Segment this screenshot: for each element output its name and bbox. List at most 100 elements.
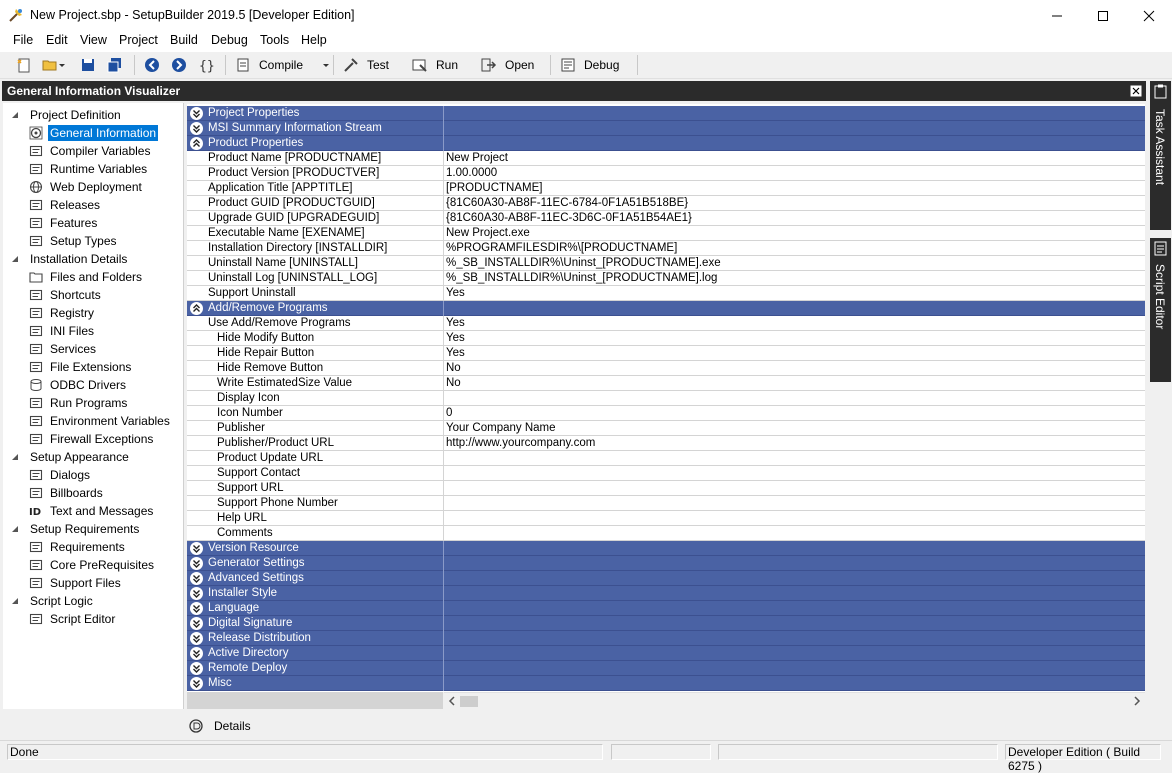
property-value[interactable]: No — [446, 362, 461, 374]
tree-item[interactable]: Support Files — [28, 574, 123, 591]
property-value[interactable]: %_SB_INSTALLDIR%\Uninst_[PRODUCTNAME].ex… — [446, 257, 721, 269]
collapse-chevron-icon[interactable] — [190, 137, 203, 150]
grid-category[interactable]: Digital Signature — [187, 616, 1145, 631]
grid-property-row[interactable]: Support Uninstall Yes — [187, 286, 1145, 301]
forward-button[interactable] — [171, 56, 187, 74]
tree-item[interactable]: Setup Appearance — [11, 448, 131, 465]
grid-category[interactable]: Version Resource — [187, 541, 1145, 556]
close-button[interactable] — [1126, 0, 1172, 31]
menu-edit[interactable]: Edit — [46, 33, 68, 47]
grid-property-row[interactable]: Hide Repair Button Yes — [187, 346, 1145, 361]
property-value[interactable]: Yes — [446, 347, 465, 359]
tree-item[interactable]: Features — [28, 214, 99, 231]
tree-item[interactable]: Runtime Variables — [28, 160, 149, 177]
open-project-button[interactable] — [42, 56, 66, 74]
tree-item[interactable]: General Information — [28, 124, 159, 141]
scroll-left-icon[interactable] — [447, 696, 457, 706]
grid-property-row[interactable]: Support Phone Number — [187, 496, 1145, 511]
grid-property-row[interactable]: Uninstall Name [UNINSTALL] %_SB_INSTALLDI… — [187, 256, 1145, 271]
grid-category[interactable]: Active Directory — [187, 646, 1145, 661]
grid-property-row[interactable]: Product Update URL — [187, 451, 1145, 466]
grid-category[interactable]: Add/Remove Programs — [187, 301, 1145, 316]
tree-item[interactable]: Project Definition — [11, 106, 123, 123]
tree-item[interactable]: Requirements — [28, 538, 127, 555]
details-toggle[interactable]: Details — [188, 716, 251, 736]
property-value[interactable]: 0 — [446, 407, 452, 419]
tree-item[interactable]: ID Text and Messages — [28, 502, 155, 519]
property-value[interactable]: Yes — [446, 332, 465, 344]
braces-button[interactable]: {} — [198, 56, 214, 74]
dropdown-arrow-icon[interactable] — [322, 61, 330, 69]
expand-chevron-icon[interactable] — [190, 647, 203, 660]
property-value[interactable]: %_SB_INSTALLDIR%\Uninst_[PRODUCTNAME].lo… — [446, 272, 717, 284]
expand-chevron-icon[interactable] — [190, 677, 203, 690]
collapse-icon[interactable] — [11, 524, 20, 533]
debug-button[interactable]: Debug — [560, 56, 619, 74]
script-editor-tab[interactable]: Script Editor — [1150, 238, 1171, 382]
tree-item[interactable]: Billboards — [28, 484, 105, 501]
open-button[interactable]: Open — [481, 56, 534, 74]
menu-build[interactable]: Build — [170, 33, 198, 47]
save-all-button[interactable] — [107, 56, 123, 74]
tree-item[interactable]: INI Files — [28, 322, 96, 339]
grid-category[interactable]: Misc — [187, 676, 1145, 691]
grid-property-row[interactable]: Product GUID [PRODUCTGUID] {81C60A30-AB8F… — [187, 196, 1145, 211]
tree-item[interactable]: Dialogs — [28, 466, 92, 483]
grid-property-row[interactable]: Support Contact — [187, 466, 1145, 481]
tree-item[interactable]: Script Editor — [28, 610, 117, 627]
collapse-chevron-icon[interactable] — [190, 302, 203, 315]
tree-item[interactable]: Core PreRequisites — [28, 556, 156, 573]
grid-category[interactable]: Release Distribution — [187, 631, 1145, 646]
grid-property-row[interactable]: Support URL — [187, 481, 1145, 496]
grid-property-row[interactable]: Uninstall Log [UNINSTALL_LOG] %_SB_INSTAL… — [187, 271, 1145, 286]
tree-item[interactable]: Script Logic — [11, 592, 95, 609]
expand-chevron-icon[interactable] — [190, 662, 203, 675]
tree-item[interactable]: Releases — [28, 196, 102, 213]
grid-category[interactable]: Generator Settings — [187, 556, 1145, 571]
grid-category[interactable]: Installer Style — [187, 586, 1145, 601]
tree-item[interactable]: File Extensions — [28, 358, 133, 375]
tree-item[interactable]: Setup Requirements — [11, 520, 141, 537]
maximize-button[interactable] — [1080, 0, 1126, 31]
task-assistant-tab[interactable]: Task Assistant — [1150, 81, 1171, 230]
grid-property-row[interactable]: Upgrade GUID [UPGRADEGUID] {81C60A30-AB8F… — [187, 211, 1145, 226]
tree-item[interactable]: Shortcuts — [28, 286, 103, 303]
grid-property-row[interactable]: Display Icon — [187, 391, 1145, 406]
grid-property-row[interactable]: Write EstimatedSize Value No — [187, 376, 1145, 391]
menu-tools[interactable]: Tools — [260, 33, 289, 47]
property-value[interactable]: Yes — [446, 317, 465, 329]
menu-view[interactable]: View — [80, 33, 107, 47]
run-button[interactable]: Run — [412, 56, 458, 74]
tree-item[interactable]: Run Programs — [28, 394, 129, 411]
collapse-icon[interactable] — [11, 254, 20, 263]
grid-property-row[interactable]: Hide Modify Button Yes — [187, 331, 1145, 346]
grid-property-row[interactable]: Icon Number 0 — [187, 406, 1145, 421]
expand-chevron-icon[interactable] — [190, 542, 203, 555]
menu-project[interactable]: Project — [119, 33, 158, 47]
property-value[interactable]: [PRODUCTNAME] — [446, 182, 542, 194]
property-value[interactable]: 1.00.0000 — [446, 167, 497, 179]
expand-chevron-icon[interactable] — [190, 572, 203, 585]
tree-item[interactable]: Environment Variables — [28, 412, 172, 429]
collapse-icon[interactable] — [11, 596, 20, 605]
grid-property-row[interactable]: Publisher/Product URL http://www.yourcomp… — [187, 436, 1145, 451]
horizontal-scrollbar[interactable] — [444, 692, 1145, 709]
grid-category[interactable]: MSI Summary Information Stream — [187, 121, 1145, 136]
tree-item[interactable]: Registry — [28, 304, 96, 321]
grid-property-row[interactable]: Use Add/Remove Programs Yes — [187, 316, 1145, 331]
expand-chevron-icon[interactable] — [190, 122, 203, 135]
expand-chevron-icon[interactable] — [190, 587, 203, 600]
grid-category[interactable]: Language — [187, 601, 1145, 616]
expand-chevron-icon[interactable] — [190, 632, 203, 645]
tree-item[interactable]: Setup Types — [28, 232, 119, 249]
tree-item[interactable]: Services — [28, 340, 98, 357]
grid-property-row[interactable]: Help URL — [187, 511, 1145, 526]
grid-category[interactable]: Remote Deploy — [187, 661, 1145, 676]
grid-property-row[interactable]: Publisher Your Company Name — [187, 421, 1145, 436]
tree-item[interactable]: Web Deployment — [28, 178, 144, 195]
expand-chevron-icon[interactable] — [190, 602, 203, 615]
scrollbar-thumb[interactable] — [460, 696, 478, 707]
tree-item[interactable]: Files and Folders — [28, 268, 144, 285]
menu-help[interactable]: Help — [301, 33, 327, 47]
tree-item[interactable]: ODBC Drivers — [28, 376, 128, 393]
